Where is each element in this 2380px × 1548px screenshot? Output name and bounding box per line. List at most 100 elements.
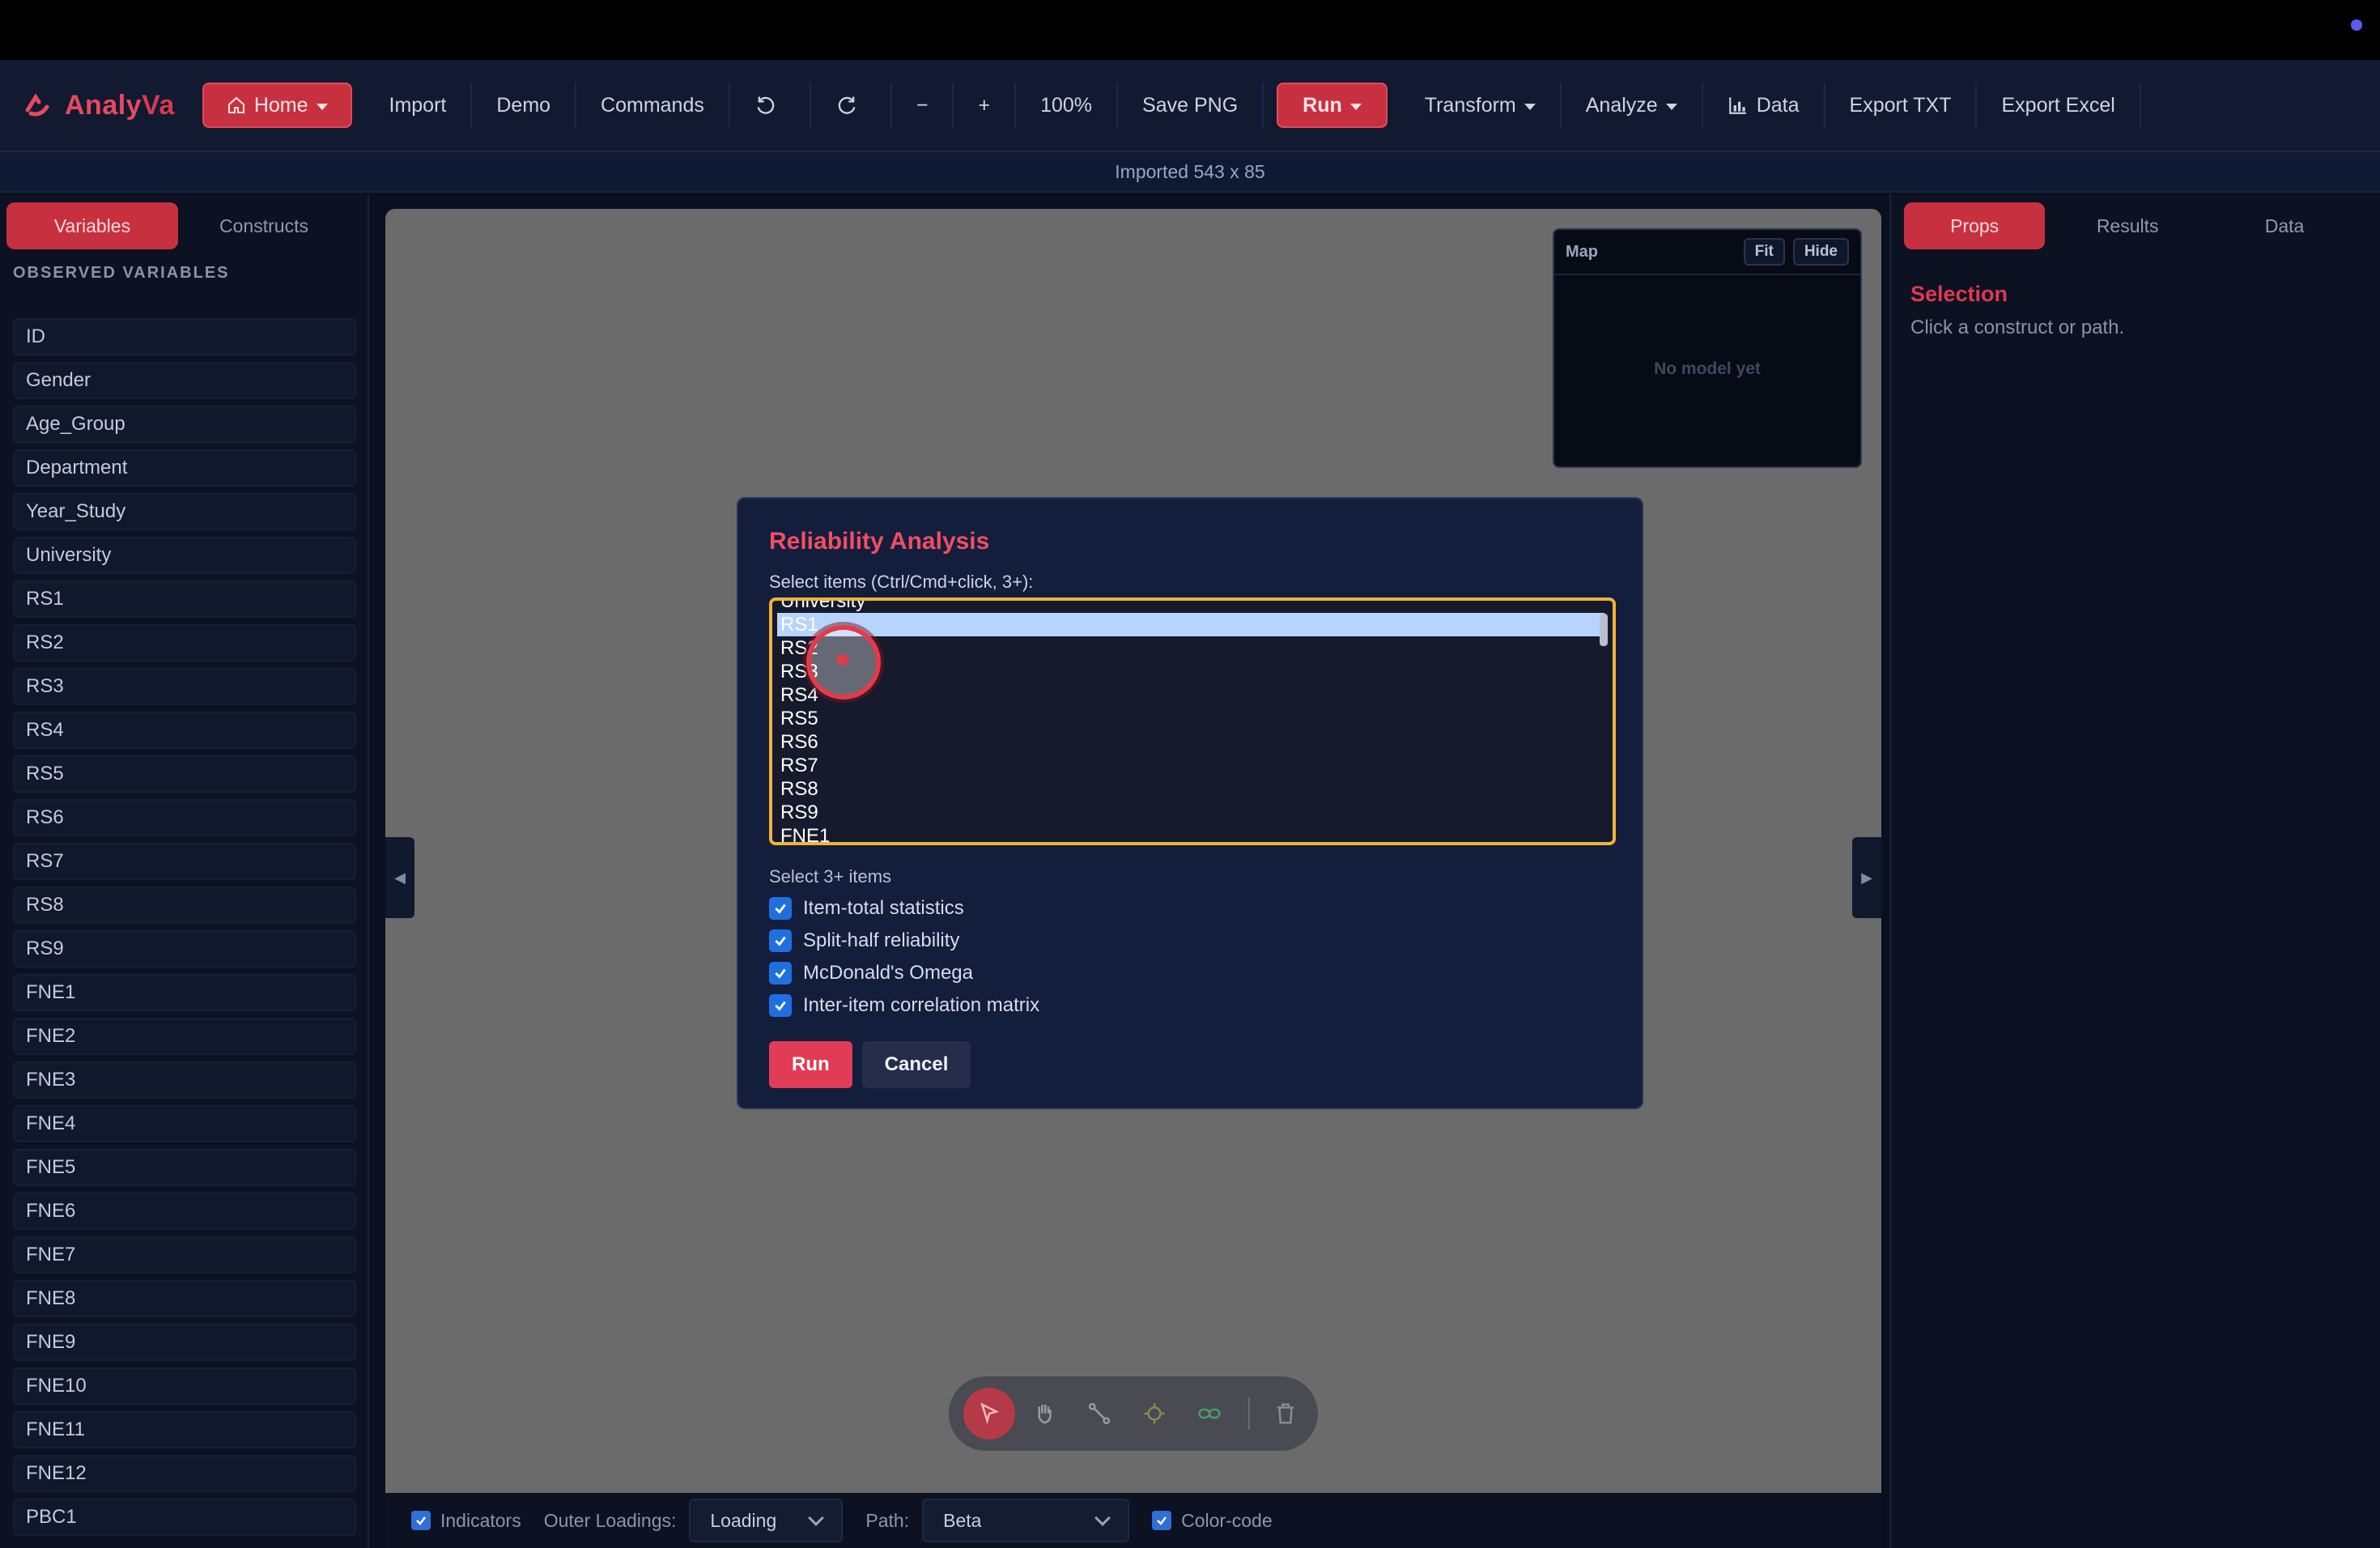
variable-item[interactable]: RS1 — [13, 580, 356, 618]
analyze-menu-button[interactable]: Analyze — [1562, 83, 1703, 128]
export-excel-button[interactable]: Export Excel — [1977, 83, 2141, 128]
tab-data[interactable]: Data — [2210, 202, 2359, 249]
listbox-option[interactable]: RS4 — [777, 683, 1604, 707]
run-menu-button[interactable]: Run — [1277, 83, 1388, 128]
import-button[interactable]: Import — [365, 83, 473, 128]
indicators-toggle[interactable]: Indicators — [411, 1510, 521, 1532]
listbox-option[interactable]: RS5 — [777, 707, 1604, 730]
dialog-title: Reliability Analysis — [769, 528, 990, 555]
path-select[interactable]: Beta — [922, 1499, 1130, 1542]
variable-item[interactable]: RS4 — [13, 712, 356, 749]
variable-item[interactable]: FNE10 — [13, 1367, 356, 1405]
minimap-hide-button[interactable]: Hide — [1792, 238, 1849, 266]
collapse-left-button[interactable]: ◀ — [385, 837, 414, 918]
tab-constructs[interactable]: Constructs — [178, 202, 350, 249]
outer-loadings-label: Outer Loadings: — [543, 1509, 677, 1531]
color-code-toggle[interactable]: Color-code — [1152, 1510, 1273, 1532]
variable-item[interactable]: RS2 — [13, 624, 356, 661]
checkbox-checked-icon[interactable] — [411, 1511, 431, 1530]
analysis-option[interactable]: Split-half reliability — [769, 929, 1611, 952]
collapse-right-button[interactable]: ▶ — [1852, 837, 1881, 918]
listbox-option[interactable]: RS8 — [777, 777, 1604, 801]
items-listbox[interactable]: University RS1 RS2 RS3 RS4 RS5 RS6 RS7 RS8 RS9 FNE… — [769, 598, 1616, 845]
variable-item[interactable]: Department — [13, 449, 356, 487]
variable-item[interactable]: FNE7 — [13, 1236, 356, 1274]
transform-menu-button[interactable]: Transform — [1400, 83, 1562, 128]
variable-item[interactable]: RS3 — [13, 668, 356, 705]
variable-item[interactable]: FNE4 — [13, 1105, 356, 1142]
listbox-option[interactable]: RS6 — [777, 730, 1604, 754]
caret-left-icon: ◀ — [394, 869, 406, 886]
checkbox-checked-icon[interactable] — [769, 897, 792, 920]
minimap-fit-button[interactable]: Fit — [1743, 238, 1785, 266]
zoom-in-button[interactable]: + — [954, 83, 1017, 128]
variable-item[interactable]: Year_Study — [13, 493, 356, 530]
tab-variables[interactable]: Variables — [6, 202, 178, 249]
listbox-option[interactable]: RS3 — [777, 660, 1604, 683]
variable-item[interactable]: FNE3 — [13, 1061, 356, 1099]
path-value: Beta — [943, 1509, 982, 1531]
home-button[interactable]: Home — [202, 83, 352, 128]
path-tool[interactable] — [1073, 1388, 1125, 1440]
export-txt-button[interactable]: Export TXT — [1825, 83, 1978, 128]
variable-item[interactable]: University — [13, 537, 356, 574]
pan-tool[interactable] — [1018, 1388, 1070, 1440]
selection-title: Selection — [1910, 282, 2008, 306]
undo-icon — [757, 96, 775, 114]
analysis-option[interactable]: McDonald's Omega — [769, 962, 1611, 985]
listbox-option[interactable]: RS9 — [777, 801, 1604, 824]
variable-item[interactable]: FNE11 — [13, 1411, 356, 1448]
redo-button[interactable] — [811, 83, 892, 128]
variable-item[interactable]: RS8 — [13, 887, 356, 924]
outer-loadings-select[interactable]: Loading — [689, 1499, 844, 1542]
checkbox-checked-icon[interactable] — [769, 929, 792, 952]
commands-button[interactable]: Commands — [576, 83, 730, 128]
listbox-option[interactable]: RS1 — [777, 613, 1604, 636]
indicators-label: Indicators — [440, 1509, 521, 1531]
tab-props[interactable]: Props — [1904, 202, 2046, 249]
import-status: Imported 543 x 85 — [0, 152, 2380, 193]
variable-item[interactable]: Gender — [13, 362, 356, 399]
variable-item[interactable]: RS6 — [13, 799, 356, 836]
construct-tool[interactable] — [1128, 1388, 1180, 1440]
delete-tool[interactable] — [1260, 1388, 1311, 1440]
listbox-option[interactable]: RS2 — [777, 636, 1604, 660]
variable-item[interactable]: FNE2 — [13, 1018, 356, 1055]
cancel-button[interactable]: Cancel — [861, 1041, 971, 1088]
data-button[interactable]: Data — [1703, 83, 1825, 128]
variable-item[interactable]: RS7 — [13, 843, 356, 880]
undo-button[interactable] — [730, 83, 811, 128]
variable-item[interactable]: ID — [13, 318, 356, 355]
variable-item[interactable]: FNE9 — [13, 1324, 356, 1361]
listbox-option[interactable]: RS7 — [777, 754, 1604, 777]
save-png-button[interactable]: Save PNG — [1118, 83, 1264, 128]
right-panel: Props Results Data Selection Click a con… — [1889, 194, 2380, 1548]
run-button[interactable]: Run — [769, 1041, 852, 1088]
link-tool[interactable] — [1184, 1388, 1235, 1440]
color-code-label: Color-code — [1181, 1509, 1273, 1531]
listbox-option[interactable]: FNE1 — [777, 824, 1604, 842]
variable-item[interactable]: RS5 — [13, 755, 356, 793]
variable-item[interactable]: Age_Group — [13, 406, 356, 443]
checkbox-checked-icon[interactable] — [769, 994, 792, 1017]
variable-item[interactable]: FNE12 — [13, 1455, 356, 1492]
variable-item[interactable]: FNE6 — [13, 1193, 356, 1230]
zoom-level[interactable]: 100% — [1016, 83, 1119, 128]
variable-item[interactable]: PBC1 — [13, 1499, 356, 1536]
checkbox-checked-icon[interactable] — [1152, 1511, 1172, 1530]
listbox-option[interactable]: University — [777, 601, 1604, 613]
chevron-down-icon — [1524, 103, 1536, 110]
variable-item[interactable]: FNE8 — [13, 1280, 356, 1317]
tab-results[interactable]: Results — [2053, 202, 2202, 249]
checkbox-checked-icon[interactable] — [769, 962, 792, 985]
select-tool[interactable] — [963, 1388, 1015, 1440]
variable-item[interactable]: RS9 — [13, 930, 356, 968]
zoom-out-button[interactable]: − — [892, 83, 954, 128]
listbox-scrollbar[interactable] — [1600, 614, 1608, 646]
analysis-option[interactable]: Inter-item correlation matrix — [769, 994, 1611, 1017]
analysis-option[interactable]: Item-total statistics — [769, 897, 1611, 920]
variable-item[interactable]: FNE1 — [13, 974, 356, 1011]
demo-button[interactable]: Demo — [472, 83, 577, 128]
chevron-down-icon — [1349, 103, 1362, 110]
variable-item[interactable]: FNE5 — [13, 1149, 356, 1186]
